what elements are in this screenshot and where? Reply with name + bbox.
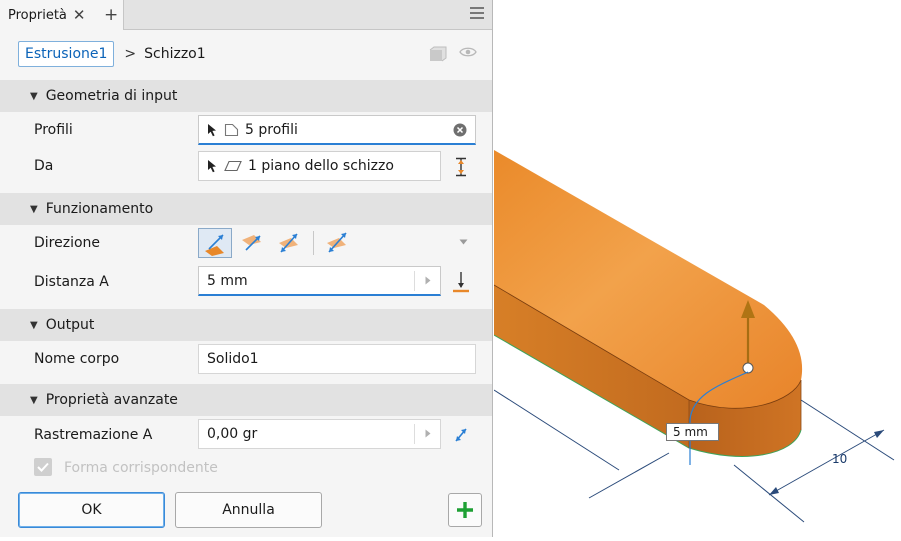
body-name-value: Solido1 <box>207 351 259 367</box>
distance-value-tag[interactable]: 5 mm <box>666 423 719 441</box>
row-from: Da 1 piano dello schizzo <box>0 148 492 184</box>
cursor-arrow-icon <box>207 123 218 137</box>
eye-icon[interactable] <box>459 46 477 58</box>
top-face <box>494 150 803 409</box>
dropdown-arrow-icon[interactable] <box>459 239 468 245</box>
profiles-label: Profili <box>34 122 73 138</box>
plus-icon <box>457 502 473 518</box>
extent-icon[interactable] <box>453 157 469 177</box>
breadcrumb-separator: > <box>124 46 137 62</box>
distance-tag-text: 5 mm <box>673 425 708 439</box>
profiles-selector[interactable]: 5 profili <box>198 115 476 145</box>
direction-symmetric-button[interactable] <box>274 228 306 258</box>
plane-icon <box>224 160 242 172</box>
collapse-triangle-icon: ▼ <box>30 203 38 215</box>
taper-flip-icon[interactable] <box>452 425 470 443</box>
taper-input[interactable]: 0,00 gr <box>198 419 441 449</box>
row-body-name: Nome corpo Solido1 <box>0 341 492 377</box>
toolbar-divider <box>313 231 314 255</box>
checkmark-icon <box>37 462 49 472</box>
section-input-geometry[interactable]: ▼ Geometria di input <box>0 80 492 112</box>
breadcrumb-current[interactable]: Schizzo1 <box>144 46 206 62</box>
direction-flipped-button[interactable] <box>238 228 270 258</box>
cancel-label: Annulla <box>222 502 275 518</box>
section-title: Proprietà avanzate <box>45 392 178 408</box>
match-shape-label: Forma corrispondente <box>64 460 218 476</box>
dimension-text: 10 <box>832 452 848 466</box>
from-selector[interactable]: 1 piano dello schizzo <box>198 151 441 181</box>
row-distance: Distanza A 5 mm <box>0 264 492 300</box>
close-icon[interactable]: ✕ <box>73 6 86 24</box>
tab-title: Proprietà <box>8 7 67 23</box>
graphics-viewport[interactable]: 5 mm 10 <box>493 0 901 537</box>
direction-label: Direzione <box>34 235 101 251</box>
direction-asymmetric-icon <box>327 232 347 253</box>
breadcrumb-root[interactable]: Estrusione1 <box>18 41 115 67</box>
menu-icon[interactable] <box>469 6 485 20</box>
direction-flipped-icon <box>242 235 261 251</box>
profile-shape-icon <box>224 123 239 137</box>
direction-asymmetric-button[interactable] <box>322 228 354 258</box>
distance-label: Distanza A <box>34 274 109 290</box>
row-match-shape: Forma corrispondente <box>0 450 492 486</box>
section-title: Output <box>45 317 95 333</box>
cancel-button[interactable]: Annulla <box>175 492 322 528</box>
taper-value: 0,00 gr <box>207 426 258 442</box>
dimension-label: 10 <box>832 452 847 466</box>
collapse-triangle-icon: ▼ <box>30 90 38 102</box>
ok-label: OK <box>81 502 102 518</box>
section-output[interactable]: ▼ Output <box>0 309 492 341</box>
row-profiles: Profili 5 profili <box>0 112 492 148</box>
section-behavior[interactable]: ▼ Funzionamento <box>0 193 492 225</box>
field-divider <box>414 424 415 444</box>
profiles-value: 5 profili <box>245 121 298 138</box>
body-name-input[interactable]: Solido1 <box>198 344 476 374</box>
ok-button[interactable]: OK <box>18 492 165 528</box>
preview-box-icon[interactable] <box>429 46 447 62</box>
value-arrow-icon[interactable] <box>425 276 431 285</box>
from-label: Da <box>34 158 54 174</box>
row-taper: Rastremazione A 0,00 gr <box>0 417 492 453</box>
tab-bar: Proprietà ✕ + <box>0 0 492 30</box>
direction-default-icon <box>205 234 224 256</box>
manipulator-handle <box>742 362 754 374</box>
add-tab-icon[interactable]: + <box>104 5 118 25</box>
properties-panel: Proprietà ✕ + Estrusione1 > Schizzo1 ▼ G… <box>0 0 493 537</box>
direction-symmetric-icon <box>279 233 298 253</box>
collapse-triangle-icon: ▼ <box>30 394 38 406</box>
breadcrumb: Estrusione1 > Schizzo1 <box>0 30 492 78</box>
field-divider <box>414 271 415 291</box>
value-arrow-icon[interactable] <box>425 429 431 438</box>
body-name-label: Nome corpo <box>34 351 120 367</box>
row-direction: Direzione <box>0 225 492 261</box>
distance-extent-icon[interactable] <box>452 271 470 293</box>
clear-icon[interactable] <box>453 123 467 137</box>
collapse-triangle-icon: ▼ <box>30 319 38 331</box>
distance-value: 5 mm <box>207 272 248 289</box>
cursor-arrow-icon <box>207 159 218 173</box>
direction-default-button[interactable] <box>198 228 232 258</box>
taper-label: Rastremazione A <box>34 427 153 443</box>
distance-input[interactable]: 5 mm <box>198 266 441 296</box>
section-title: Funzionamento <box>45 201 154 217</box>
apply-plus-button[interactable] <box>448 493 482 527</box>
section-advanced[interactable]: ▼ Proprietà avanzate <box>0 384 492 416</box>
section-title: Geometria di input <box>45 88 178 104</box>
match-shape-checkbox[interactable] <box>34 458 52 476</box>
from-value: 1 piano dello schizzo <box>248 158 394 174</box>
